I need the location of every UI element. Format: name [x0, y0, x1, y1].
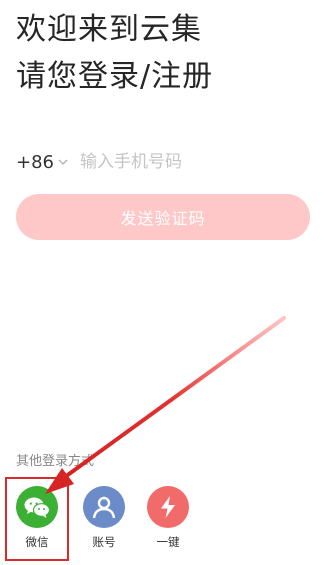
one-click-login-option[interactable]: 一键 — [142, 486, 194, 550]
title-line-welcome: 欢迎来到云集 — [16, 12, 202, 47]
other-login-label: 其他登录方式 — [16, 454, 95, 469]
page-title: 欢迎来到云集 请您登录/注册 — [16, 6, 213, 100]
phone-input-row: +86 — [16, 148, 316, 176]
lightning-icon[interactable] — [147, 486, 189, 528]
user-icon[interactable] — [83, 486, 125, 528]
one-click-label: 一键 — [156, 535, 180, 549]
country-code-selector[interactable]: +86 — [16, 152, 54, 173]
title-line-login: 请您登录/注册 — [16, 59, 214, 94]
send-code-button[interactable]: 发送验证码 — [16, 194, 310, 240]
chevron-down-icon[interactable] — [58, 159, 68, 166]
account-login-option[interactable]: 账号 — [78, 486, 130, 550]
account-label: 账号 — [92, 535, 116, 549]
highlight-box — [5, 477, 69, 561]
phone-number-input[interactable] — [80, 152, 280, 172]
